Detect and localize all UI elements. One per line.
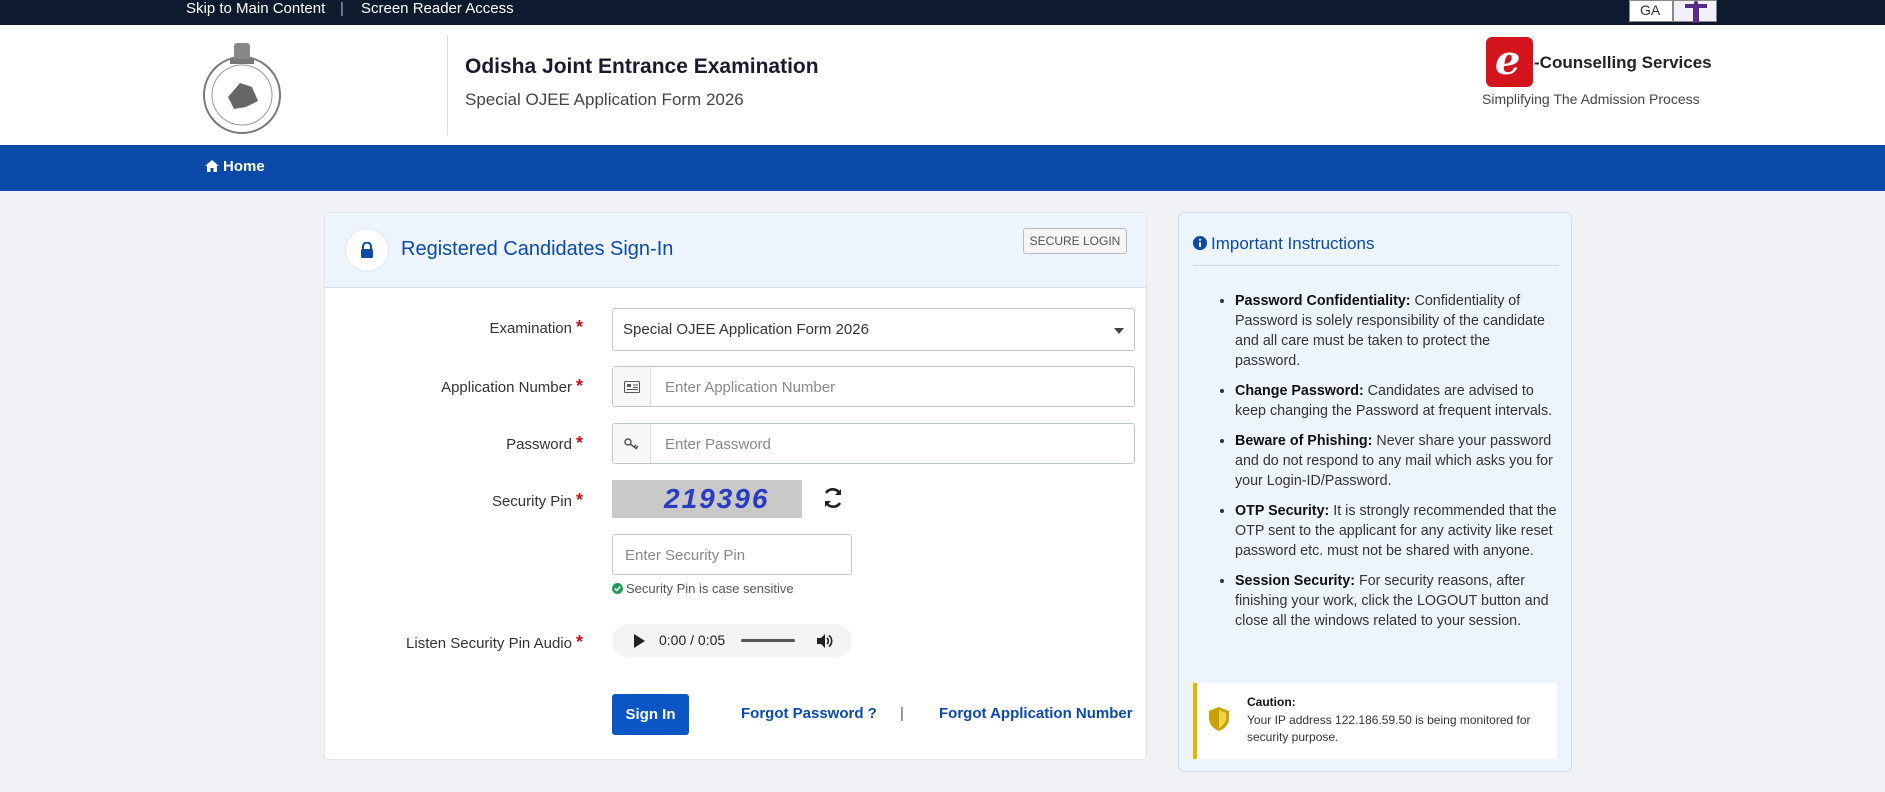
password-input[interactable]: Enter Password: [665, 436, 771, 453]
info-circle-icon: [1193, 236, 1207, 250]
site-header: Odisha Joint Entrance Examination Specia…: [0, 25, 1885, 145]
instruction-heading: Session Security:: [1235, 573, 1355, 589]
nav-home-link[interactable]: Home: [205, 158, 265, 175]
password-field[interactable]: Enter Password: [612, 423, 1135, 464]
instruction-heading: Change Password:: [1235, 383, 1364, 399]
required-marker: *: [575, 376, 583, 396]
forgot-password-link[interactable]: Forgot Password ?: [741, 705, 877, 722]
page-title: Odisha Joint Entrance Examination: [465, 55, 819, 78]
play-icon[interactable]: [633, 634, 645, 648]
skip-to-main-link[interactable]: Skip to Main Content: [186, 0, 325, 17]
key-icon: [624, 438, 639, 450]
home-icon: [205, 160, 219, 172]
e-counselling-logo: e: [1486, 37, 1533, 87]
refresh-captcha-icon[interactable]: [820, 485, 846, 511]
application-number-label: Application Number *: [323, 376, 583, 397]
shield-icon: [1209, 707, 1229, 731]
instruction-heading: OTP Security:: [1235, 503, 1330, 519]
application-label-text: Application Number: [441, 379, 572, 396]
instruction-item: OTP Security: It is strongly recommended…: [1235, 501, 1557, 561]
examination-selected-value: Special OJEE Application Form 2026: [623, 321, 869, 338]
chevron-down-icon: [1114, 328, 1124, 334]
required-marker: *: [575, 632, 583, 652]
page-subtitle: Special OJEE Application Form 2026: [465, 90, 744, 109]
signin-card-header: Registered Candidates Sign-In SECURE LOG…: [325, 213, 1146, 288]
instructions-divider: [1193, 265, 1559, 266]
partner-tagline: Simplifying The Admission Process: [1482, 91, 1700, 107]
main-nav: Home: [0, 145, 1885, 191]
caution-title: Caution:: [1247, 695, 1296, 709]
lock-icon: [361, 242, 373, 258]
security-pin-input[interactable]: Enter Security Pin: [625, 547, 745, 564]
instruction-item: Change Password: Candidates are advised …: [1235, 381, 1557, 421]
caution-box: Caution: Your IP address 122.186.59.50 i…: [1193, 683, 1557, 759]
captcha-image: 219396: [612, 480, 802, 518]
application-number-field[interactable]: Enter Application Number: [612, 366, 1135, 407]
application-number-input[interactable]: Enter Application Number: [665, 379, 835, 396]
examination-select[interactable]: Special OJEE Application Form 2026: [612, 308, 1135, 351]
state-emblem-logo: [203, 43, 281, 134]
examination-label: Examination *: [323, 317, 583, 338]
audio-time: 0:00 / 0:05: [659, 632, 726, 648]
volume-icon[interactable]: [817, 634, 833, 648]
key-icon-cell: [613, 424, 651, 463]
security-pin-field[interactable]: Enter Security Pin: [612, 534, 852, 575]
instructions-title: Important Instructions: [1193, 234, 1374, 254]
secure-login-badge: SECURE LOGIN: [1023, 228, 1127, 254]
instructions-list: Password Confidentiality: Confidentialit…: [1207, 291, 1557, 641]
accessibility-icon: [1685, 1, 1707, 23]
font-size-icon: GA: [1640, 2, 1661, 18]
partner-name: -Counselling Services: [1534, 53, 1712, 72]
screen-reader-link[interactable]: Screen Reader Access: [361, 0, 514, 17]
security-pin-label-text: Security Pin: [491, 493, 572, 510]
audio-pin-label-text: Listen Security Pin Audio: [406, 635, 572, 652]
id-card-icon-cell: [613, 367, 651, 406]
forgot-application-number-link[interactable]: Forgot Application Number: [939, 705, 1133, 722]
caution-text: Your IP address 122.186.59.50 is being m…: [1247, 713, 1531, 744]
password-label-text: Password: [506, 436, 572, 453]
instruction-heading: Password Confidentiality:: [1235, 293, 1411, 309]
id-card-icon: [624, 381, 640, 393]
nav-home-label: Home: [223, 158, 265, 175]
security-pin-label: Security Pin *: [323, 490, 583, 511]
instruction-item: Password Confidentiality: Confidentialit…: [1235, 291, 1557, 371]
security-pin-note: Security Pin is case sensitive: [612, 581, 794, 596]
link-separator: |: [900, 705, 904, 722]
audio-player: 0:00 / 0:05: [612, 624, 852, 657]
instructions-title-text: Important Instructions: [1211, 234, 1375, 253]
instruction-heading: Beware of Phishing:: [1235, 433, 1373, 449]
examination-label-text: Examination: [489, 320, 572, 337]
top-utility-bar: Skip to Main Content | Screen Reader Acc…: [0, 0, 1885, 25]
required-marker: *: [575, 317, 583, 337]
pin-note-text: Security Pin is case sensitive: [626, 581, 794, 596]
header-divider: [447, 35, 448, 135]
instruction-item: Session Security: For security reasons, …: [1235, 571, 1557, 631]
captcha-text: 219396: [664, 483, 770, 514]
topbar-separator: |: [340, 0, 344, 17]
audio-pin-label: Listen Security Pin Audio *: [323, 632, 583, 653]
signin-title: Registered Candidates Sign-In: [401, 238, 674, 260]
lock-badge: [345, 228, 389, 272]
required-marker: *: [575, 490, 583, 510]
required-marker: *: [575, 433, 583, 453]
sign-in-button[interactable]: Sign In: [612, 694, 689, 735]
accessibility-button[interactable]: [1673, 0, 1717, 23]
audio-progress-bar[interactable]: [741, 639, 795, 642]
check-circle-icon: [612, 583, 623, 594]
logo-letter: e: [1495, 37, 1521, 84]
instruction-item: Beware of Phishing: Never share your pas…: [1235, 431, 1557, 491]
font-size-button[interactable]: GA: [1629, 0, 1673, 22]
instructions-panel: Important Instructions Password Confiden…: [1178, 212, 1572, 772]
password-label: Password *: [323, 433, 583, 454]
